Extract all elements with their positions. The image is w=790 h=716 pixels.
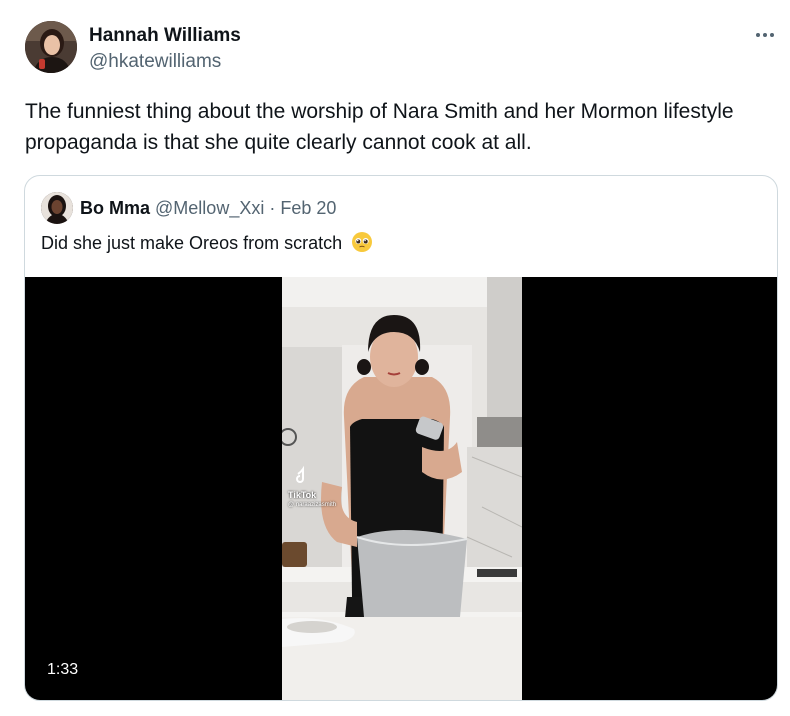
quoted-author-name[interactable]: Bo Mma xyxy=(80,198,150,218)
author-name[interactable]: Hannah Williams xyxy=(89,24,241,48)
video-duration-badge: 1:33 xyxy=(37,657,89,683)
avatar-image xyxy=(25,21,77,73)
quoted-author-handle[interactable]: @Mellow_Xxi xyxy=(155,198,264,218)
quoted-date[interactable]: Feb 20 xyxy=(280,198,336,218)
video-player[interactable]: TikTok @ naraazizasmith 1:33 xyxy=(25,277,777,700)
tiktok-watermark-label: TikTok xyxy=(288,490,317,500)
quoted-text-row: Did she just make Oreos from scratch xyxy=(41,230,373,256)
meta-separator: · xyxy=(269,198,276,218)
quoted-header: Bo Mma @Mellow_Xxi · Feb 20 xyxy=(80,196,336,220)
quoted-avatar-image xyxy=(41,192,73,224)
quoted-text: Did she just make Oreos from scratch xyxy=(41,233,343,253)
quoted-tweet[interactable]: Bo Mma @Mellow_Xxi · Feb 20 Did she just… xyxy=(24,175,778,701)
author-avatar[interactable] xyxy=(25,21,77,73)
video-frame: TikTok @ naraazizasmith xyxy=(282,277,522,700)
quoted-author-avatar[interactable] xyxy=(41,192,73,224)
more-horizontal-icon[interactable] xyxy=(752,24,778,46)
pleading-face-emoji xyxy=(351,231,373,253)
tweet: Hannah Williams @hkatewilliams The funni… xyxy=(0,0,790,716)
video-still-image xyxy=(282,277,522,700)
tweet-text: The funniest thing about the worship of … xyxy=(25,100,734,154)
author-handle[interactable]: @hkatewilliams xyxy=(89,50,221,74)
tiktok-watermark-handle: @ naraazizasmith xyxy=(288,502,337,508)
